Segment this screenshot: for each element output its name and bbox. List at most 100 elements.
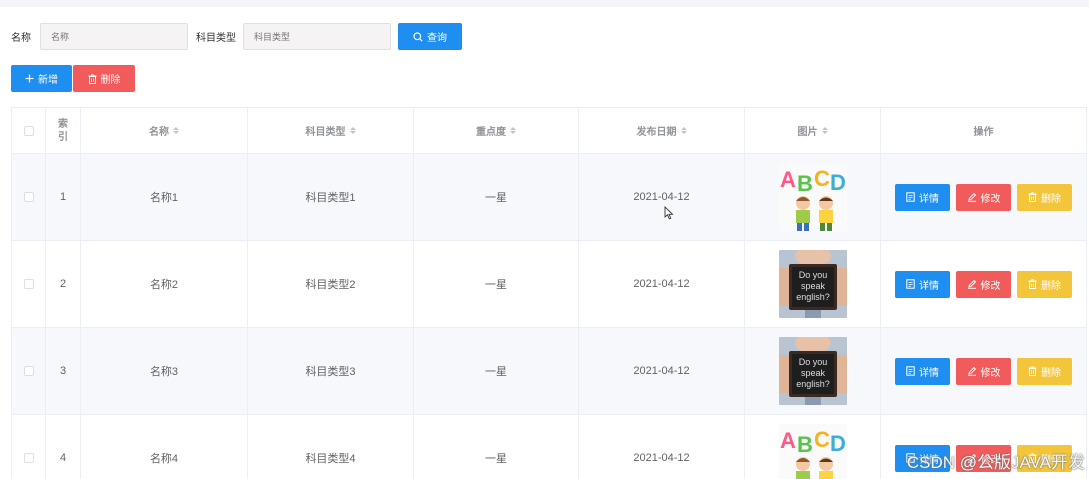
cell-date: 2021-04-12: [579, 154, 745, 240]
query-button[interactable]: 查询: [398, 23, 462, 50]
cell-importance: 一星: [414, 154, 579, 240]
row-select[interactable]: [12, 241, 46, 327]
detail-button-label: 详情: [919, 280, 939, 292]
header-image[interactable]: 图片: [745, 108, 881, 153]
header-name-label: 名称: [149, 127, 169, 138]
row-delete-button-label: 删除: [1041, 367, 1061, 379]
add-button[interactable]: 新增: [11, 65, 72, 92]
batch-delete-button-label: 删除: [100, 75, 121, 86]
row-index: 2: [59, 278, 67, 290]
trash-icon: [1028, 366, 1037, 376]
row-importance: 一星: [485, 366, 507, 378]
cell-index: 1: [46, 154, 81, 240]
cell-date: 2021-04-12: [579, 241, 745, 327]
sort-icon[interactable]: [349, 127, 356, 134]
svg-text:english?: english?: [796, 379, 830, 389]
svg-text:speak: speak: [800, 281, 825, 291]
row-checkbox[interactable]: [23, 366, 34, 376]
row-importance: 一星: [485, 279, 507, 291]
detail-button[interactable]: 详情: [895, 183, 950, 211]
header-name[interactable]: 名称: [81, 108, 248, 153]
edit-button[interactable]: 修改: [956, 183, 1011, 211]
sort-icon[interactable]: [821, 127, 828, 134]
detail-button[interactable]: 详情: [895, 357, 950, 385]
cell-name: 名称2: [81, 241, 248, 327]
name-search-input[interactable]: [40, 23, 188, 50]
svg-text:D: D: [830, 431, 846, 456]
svg-text:D: D: [830, 170, 846, 195]
edit-button[interactable]: 修改: [956, 270, 1011, 298]
row-name: 名称4: [149, 453, 179, 465]
header-select-all[interactable]: [12, 108, 46, 153]
sort-icon[interactable]: [510, 127, 516, 134]
header-importance[interactable]: 重点度: [414, 108, 579, 153]
trash-icon: [1028, 279, 1037, 289]
cell-image: Do you speak english?: [745, 241, 881, 327]
row-delete-button[interactable]: 删除: [1017, 183, 1072, 211]
batch-delete-button[interactable]: 删除: [73, 65, 135, 92]
edit-icon: [967, 279, 976, 289]
edit-button-label: 修改: [980, 367, 1001, 379]
select-all-checkbox[interactable]: [23, 125, 34, 136]
row-type: 科目类型3: [305, 366, 356, 378]
search-icon: [413, 31, 423, 42]
trash-icon: [1028, 192, 1037, 202]
cell-importance: 一星: [414, 415, 579, 479]
row-checkbox[interactable]: [23, 192, 34, 202]
header-importance-label: 重点度: [476, 127, 506, 138]
row-name: 名称2: [149, 279, 179, 291]
detail-button-label: 详情: [919, 193, 939, 205]
row-select[interactable]: [12, 154, 46, 240]
row-type: 科目类型1: [305, 192, 356, 204]
svg-text:A: A: [780, 167, 796, 192]
row-checkbox[interactable]: [23, 279, 34, 289]
svg-text:english?: english?: [796, 292, 830, 302]
row-type: 科目类型2: [305, 279, 356, 291]
cell-image: ABCD: [745, 415, 881, 479]
cell-type: 科目类型1: [248, 154, 414, 240]
cell-importance: 一星: [414, 241, 579, 327]
cell-type: 科目类型3: [248, 328, 414, 414]
row-name: 名称1: [149, 192, 179, 204]
data-table: 索引 名称 科目类型 重点度 发布日期 图片 操作 1 名称1 科目类型1 一星 202…: [11, 107, 1087, 479]
header-ops: 操作: [881, 108, 1086, 153]
cell-importance: 一星: [414, 328, 579, 414]
cell-index: 2: [46, 241, 81, 327]
watermark: CSDN @公版JAVA开发: [906, 453, 1085, 472]
cell-image: Do you speak english?: [745, 328, 881, 414]
detail-button-label: 详情: [919, 367, 939, 379]
row-index: 3: [59, 365, 67, 377]
edit-icon: [967, 192, 976, 202]
header-type[interactable]: 科目类型: [248, 108, 414, 153]
row-select[interactable]: [12, 328, 46, 414]
row-delete-button[interactable]: 删除: [1017, 357, 1072, 385]
svg-text:Do you: Do you: [798, 357, 827, 367]
svg-text:C: C: [814, 427, 830, 452]
header-date-label: 发布日期: [636, 127, 677, 138]
svg-text:C: C: [814, 166, 830, 191]
row-index: 1: [59, 191, 67, 203]
row-index: 4: [59, 452, 67, 464]
header-date[interactable]: 发布日期: [579, 108, 745, 153]
row-checkbox[interactable]: [23, 453, 34, 463]
table-header: 索引 名称 科目类型 重点度 发布日期 图片 操作: [12, 108, 1086, 154]
row-select[interactable]: [12, 415, 46, 479]
type-search-input[interactable]: [243, 23, 391, 50]
row-name: 名称3: [149, 366, 179, 378]
sort-icon[interactable]: [173, 127, 179, 134]
document-icon: [906, 279, 915, 289]
detail-button[interactable]: 详情: [895, 270, 950, 298]
header-index: 索引: [46, 108, 81, 153]
sort-icon[interactable]: [680, 127, 687, 134]
row-thumbnail[interactable]: Do you speak english?: [778, 250, 847, 318]
edit-button[interactable]: 修改: [956, 357, 1011, 385]
row-thumbnail[interactable]: ABCD: [778, 163, 847, 231]
row-thumbnail[interactable]: ABCD: [778, 424, 847, 479]
row-delete-button[interactable]: 删除: [1017, 270, 1072, 298]
cell-date: 2021-04-12: [579, 415, 745, 479]
row-thumbnail[interactable]: Do you speak english?: [778, 337, 847, 405]
cell-name: 名称3: [81, 328, 248, 414]
cell-index: 4: [46, 415, 81, 479]
row-date: 2021-04-12: [633, 452, 690, 464]
svg-text:speak: speak: [800, 368, 825, 378]
